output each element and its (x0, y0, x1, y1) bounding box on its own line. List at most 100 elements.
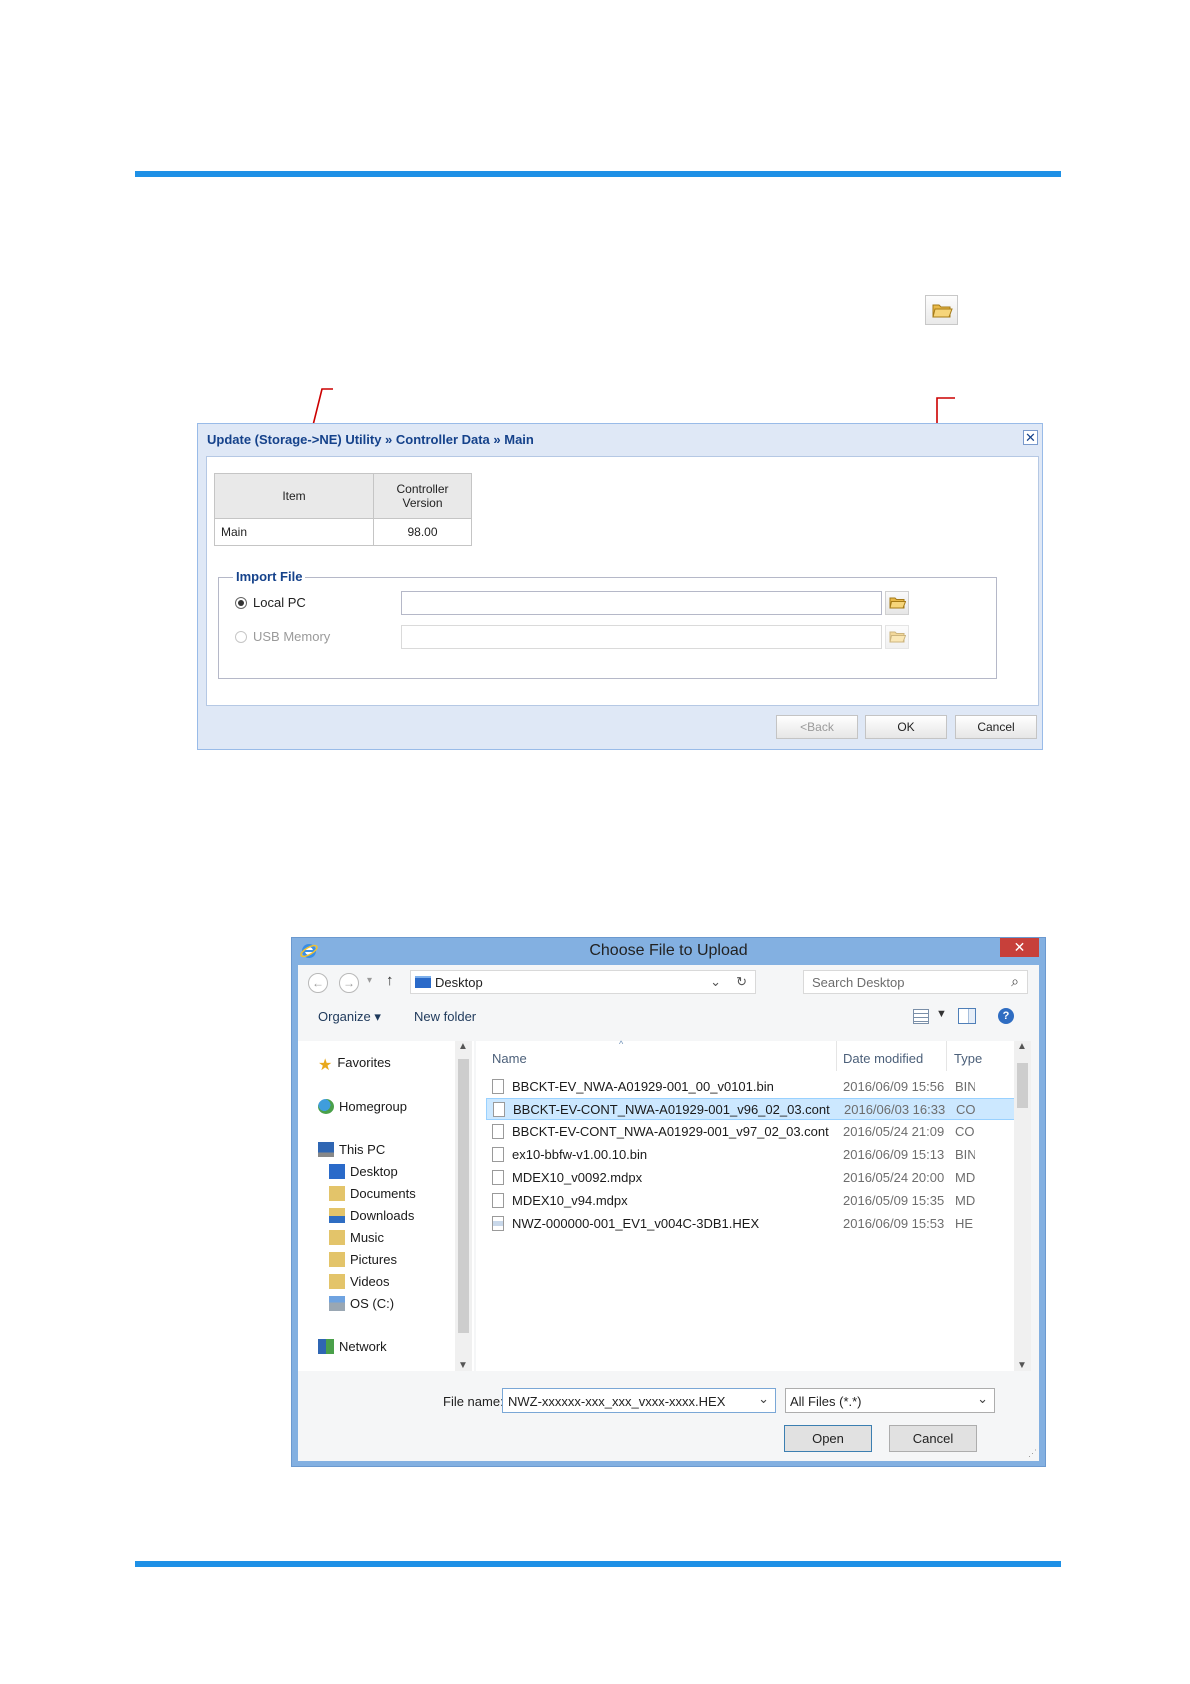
file-type: MD (955, 1193, 975, 1208)
address-dropdown-icon[interactable]: ⌄ (710, 974, 721, 990)
cancel-button[interactable]: Cancel (955, 715, 1037, 739)
file-row[interactable]: BBCKT-EV_NWA-A01929-001_00_v0101.bin 2016… (486, 1076, 1017, 1098)
search-icon: ⌕ (1011, 973, 1019, 989)
file-row[interactable]: MDEX10_v0092.mdpx 2016/05/24 20:00 MD (486, 1167, 1017, 1189)
file-name: BBCKT-EV-CONT_NWA-A01929-001_v97_02_03.c… (512, 1124, 829, 1139)
open-button[interactable]: Open (784, 1425, 872, 1452)
column-header-type[interactable]: Type (954, 1051, 982, 1066)
up-arrow-icon[interactable]: ↑ (386, 972, 394, 989)
resize-grip-icon[interactable]: ⋰ (1028, 1448, 1037, 1459)
nav-item-videos[interactable]: Videos (329, 1274, 390, 1289)
nav-label: Desktop (350, 1164, 398, 1179)
nav-label: Network (339, 1339, 387, 1354)
scroll-up-icon[interactable]: ▲ (1017, 1041, 1027, 1052)
local-pc-radio[interactable] (235, 597, 247, 609)
nav-item-network[interactable]: Network (318, 1339, 387, 1354)
file-row[interactable]: MDEX10_v94.mdpx 2016/05/09 15:35 MD (486, 1190, 1017, 1212)
scrollbar-thumb[interactable] (458, 1059, 469, 1333)
file-name-input[interactable]: NWZ-xxxxxx-xxx_xxx_vxxx-xxxx.HEX ⌄ (502, 1388, 776, 1413)
file-date: 2016/05/24 21:09 (843, 1124, 945, 1139)
file-row[interactable]: NWZ-000000-001_EV1_v004C-3DB1.HEX 2016/06… (486, 1213, 1017, 1235)
organize-menu[interactable]: Organize ▾ (318, 1009, 381, 1025)
nav-item-downloads[interactable]: Downloads (329, 1208, 414, 1223)
file-list: Name ^ Date modified Type BBCKT-EV_NWA-A… (476, 1039, 1031, 1371)
scrollbar-thumb[interactable] (1017, 1063, 1028, 1108)
nav-label: Documents (350, 1186, 416, 1201)
local-pc-option[interactable]: Local PC (235, 595, 306, 610)
column-header-item: Item (214, 473, 374, 519)
file-row-selected[interactable]: BBCKT-EV-CONT_NWA-A01929-001_v96_02_03.c… (486, 1098, 1017, 1120)
pictures-folder-icon (329, 1252, 345, 1267)
search-input[interactable]: Search Desktop ⌕ (803, 970, 1028, 994)
usb-memory-option[interactable]: USB Memory (235, 629, 330, 644)
back-button[interactable]: <Back (776, 715, 858, 739)
version-table: Item Controller Version Main 98.00 (214, 473, 472, 546)
help-icon[interactable]: ? (998, 1008, 1014, 1024)
filter-dropdown-icon[interactable]: ⌄ (977, 1391, 988, 1407)
column-separator[interactable] (946, 1041, 947, 1071)
local-pc-path-input[interactable] (401, 591, 882, 615)
nav-item-music[interactable]: Music (329, 1230, 384, 1245)
new-folder-button[interactable]: New folder (414, 1009, 476, 1024)
file-name: NWZ-000000-001_EV1_v004C-3DB1.HEX (512, 1216, 760, 1231)
nav-item-pictures[interactable]: Pictures (329, 1252, 397, 1267)
file-row[interactable]: ex10-bbfw-v1.00.10.bin 2016/06/09 15:13 BI… (486, 1144, 1017, 1166)
file-date: 2016/06/09 15:13 (843, 1147, 945, 1162)
cell-version: 98.00 (373, 518, 472, 546)
nav-item-os-c[interactable]: OS (C:) (329, 1296, 394, 1311)
music-folder-icon (329, 1230, 345, 1245)
star-icon: ★ (318, 1057, 333, 1074)
ok-button[interactable]: OK (865, 715, 947, 739)
file-type: CO (955, 1124, 975, 1139)
cancel-button[interactable]: Cancel (889, 1425, 977, 1452)
choose-file-dialog: Choose File to Upload ✕ ← → ▾ ↑ Desktop … (291, 937, 1046, 1467)
forward-arrow-icon[interactable]: → (339, 973, 359, 993)
usb-memory-browse-button[interactable] (885, 625, 909, 649)
desktop-folder-icon (329, 1164, 345, 1179)
file-row[interactable]: BBCKT-EV-CONT_NWA-A01929-001_v97_02_03.c… (486, 1121, 1017, 1143)
scroll-up-icon[interactable]: ▲ (458, 1041, 468, 1052)
address-bar[interactable]: Desktop ⌄ ↻ (410, 970, 756, 994)
column-header-date-modified[interactable]: Date modified (843, 1051, 923, 1066)
file-name: BBCKT-EV-CONT_NWA-A01929-001_v96_02_03.c… (513, 1102, 830, 1117)
file-date: 2016/06/09 15:56 (843, 1079, 945, 1094)
view-options-icon[interactable] (913, 1009, 929, 1024)
file-name: MDEX10_v94.mdpx (512, 1193, 628, 1208)
dialog-title: Choose File to Upload (589, 942, 748, 959)
nav-label: Music (350, 1230, 384, 1245)
file-type-filter-select[interactable]: All Files (*.*) ⌄ (785, 1388, 995, 1413)
file-type-filter-value: All Files (*.*) (790, 1394, 862, 1409)
file-name-dropdown-icon[interactable]: ⌄ (758, 1391, 769, 1407)
close-icon[interactable]: ✕ (1000, 938, 1039, 957)
file-icon (492, 1147, 504, 1162)
scroll-down-icon[interactable]: ▼ (458, 1360, 468, 1371)
nav-item-desktop[interactable]: Desktop (329, 1164, 398, 1179)
close-icon[interactable]: ✕ (1023, 430, 1038, 445)
nav-item-homegroup[interactable]: Homegroup (318, 1099, 407, 1114)
downloads-folder-icon (329, 1208, 345, 1223)
nav-item-documents[interactable]: Documents (329, 1186, 416, 1201)
column-separator[interactable] (836, 1041, 837, 1071)
nav-item-this-pc[interactable]: This PC (318, 1142, 385, 1157)
nav-item-favorites[interactable]: ★ Favorites (318, 1055, 391, 1074)
file-icon (493, 1102, 505, 1117)
file-date: 2016/05/09 15:35 (843, 1193, 945, 1208)
file-list-scrollbar[interactable]: ▲ ▼ (1014, 1041, 1031, 1371)
file-name: BBCKT-EV_NWA-A01929-001_00_v0101.bin (512, 1079, 774, 1094)
file-icon (492, 1193, 504, 1208)
usb-memory-radio[interactable] (235, 631, 247, 643)
nav-label: OS (C:) (350, 1296, 395, 1311)
nav-label: Downloads (350, 1208, 415, 1223)
back-arrow-icon[interactable]: ← (308, 973, 328, 993)
usb-memory-path-input[interactable] (401, 625, 882, 649)
local-pc-browse-button[interactable] (885, 591, 909, 615)
column-header-name[interactable]: Name (492, 1051, 527, 1066)
view-dropdown-icon[interactable]: ▼ (936, 1008, 947, 1020)
preview-pane-icon[interactable] (958, 1008, 976, 1024)
refresh-icon[interactable]: ↻ (736, 974, 747, 990)
nav-label: Favorites (337, 1055, 391, 1070)
usb-memory-label: USB Memory (253, 629, 331, 644)
recent-locations-chevron-icon[interactable]: ▾ (367, 975, 372, 986)
navigation-scrollbar[interactable]: ▲ ▼ (455, 1041, 472, 1371)
scroll-down-icon[interactable]: ▼ (1017, 1360, 1027, 1371)
